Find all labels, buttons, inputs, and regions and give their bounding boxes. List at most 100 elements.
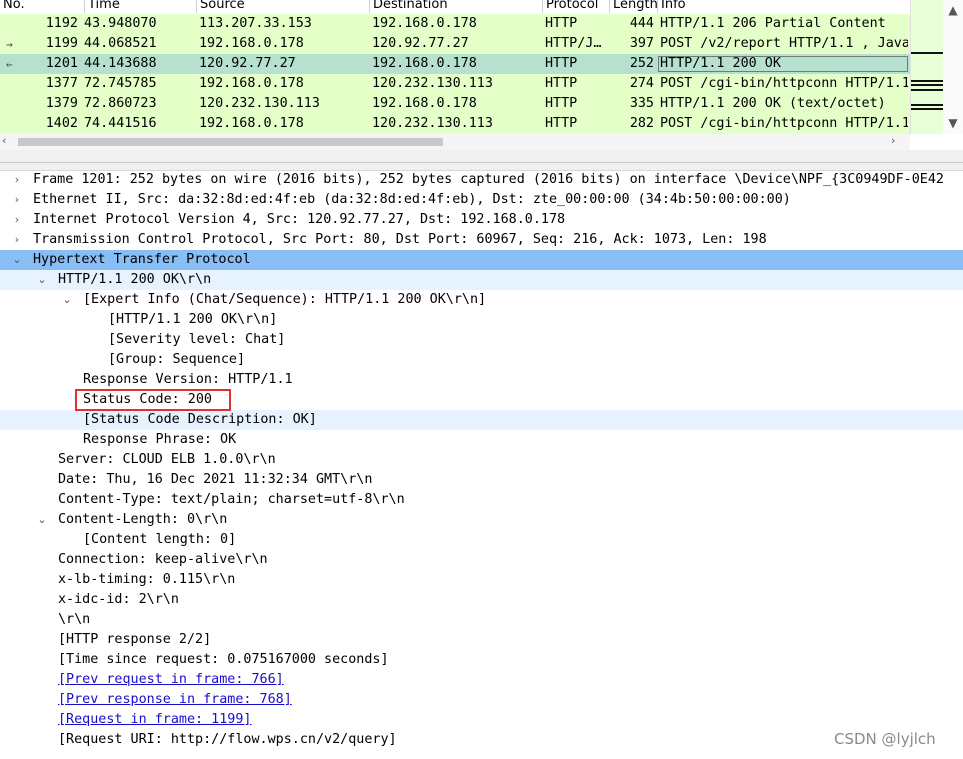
tree-item-status-line[interactable]: ⌄ HTTP/1.1 200 OK\r\n bbox=[0, 270, 963, 290]
tree-item[interactable]: [HTTP/1.1 200 OK\r\n] bbox=[0, 310, 963, 330]
column-header-destination[interactable]: Destination bbox=[370, 0, 543, 13]
tree-item[interactable]: [Time since request: 0.075167000 seconds… bbox=[0, 650, 963, 670]
tree-item[interactable]: Date: Thu, 16 Dec 2021 11:32:34 GMT\r\n bbox=[0, 470, 963, 490]
tree-item-label: Connection: keep-alive\r\n bbox=[58, 552, 268, 567]
packet-length: 282 bbox=[629, 116, 654, 131]
collapse-arrow-icon[interactable]: ⌄ bbox=[35, 270, 49, 290]
tree-item-label: [Time since request: 0.075167000 seconds… bbox=[58, 652, 389, 667]
tree-item-label: [Group: Sequence] bbox=[108, 352, 246, 367]
tree-item[interactable]: x-lb-timing: 0.115\r\n bbox=[0, 570, 963, 590]
packet-protocol: HTTP/J… bbox=[545, 36, 602, 51]
collapse-arrow-icon[interactable]: ⌄ bbox=[35, 510, 49, 530]
tree-item-label: x-lb-timing: 0.115\r\n bbox=[58, 572, 236, 587]
pane-splitter[interactable] bbox=[0, 150, 963, 171]
packet-time: 74.441516 bbox=[84, 116, 157, 131]
tree-item-label: Server: CLOUD ELB 1.0.0\r\n bbox=[58, 452, 276, 467]
tree-item-ipv4[interactable]: › Internet Protocol Version 4, Src: 120.9… bbox=[0, 210, 963, 230]
minimap-marker bbox=[911, 84, 943, 86]
packet-minimap[interactable] bbox=[911, 0, 943, 134]
packet-details-tree[interactable]: › Frame 1201: 252 bytes on wire (2016 bit… bbox=[0, 170, 963, 759]
tree-item-http-selected[interactable]: ⌄ Hypertext Transfer Protocol bbox=[0, 250, 963, 270]
tree-item[interactable]: [Request URI: http://flow.wps.cn/v2/quer… bbox=[0, 730, 963, 750]
tree-item-frame[interactable]: › Frame 1201: 252 bytes on wire (2016 bit… bbox=[0, 170, 963, 190]
horizontal-scroll-thumb[interactable] bbox=[18, 138, 443, 146]
packet-row[interactable]: 1377 72.745785 192.168.0.178 120.232.130… bbox=[0, 74, 910, 94]
tree-item-expert-info[interactable]: ⌄ [Expert Info (Chat/Sequence): HTTP/1.1 … bbox=[0, 290, 963, 310]
tree-item-label: Content-Type: text/plain; charset=utf-8\… bbox=[58, 492, 405, 507]
tree-item-content-length[interactable]: ⌄ Content-Length: 0\r\n bbox=[0, 510, 963, 530]
column-header-info[interactable]: Info bbox=[658, 0, 910, 13]
tree-item-label: Response Phrase: OK bbox=[83, 432, 237, 447]
packet-info: POST /cgi-bin/httpconn HTTP/1.1 bbox=[660, 76, 908, 91]
packet-destination: 192.168.0.178 bbox=[372, 16, 477, 31]
tree-item[interactable]: Connection: keep-alive\r\n bbox=[0, 550, 963, 570]
scroll-right-icon[interactable]: › bbox=[891, 134, 895, 147]
packet-destination: 120.232.130.113 bbox=[372, 76, 493, 91]
packet-no: 1199 bbox=[45, 36, 78, 51]
packet-no: 1192 bbox=[45, 16, 78, 31]
tree-item[interactable]: [HTTP response 2/2] bbox=[0, 630, 963, 650]
packet-destination: 192.168.0.178 bbox=[372, 96, 477, 111]
tree-item[interactable]: x-idc-id: 2\r\n bbox=[0, 590, 963, 610]
tree-item-label: Ethernet II, Src: da:32:8d:ed:4f:eb (da:… bbox=[33, 192, 791, 207]
minimap-marker bbox=[911, 80, 943, 82]
collapse-arrow-icon[interactable]: ⌄ bbox=[60, 290, 74, 310]
prev-response-link[interactable]: [Prev response in frame: 768] bbox=[58, 690, 292, 710]
packet-time: 44.143688 bbox=[84, 56, 157, 71]
tree-item[interactable]: [Severity level: Chat] bbox=[0, 330, 963, 350]
tree-item[interactable]: [Status Code Description: OK] bbox=[0, 410, 963, 430]
scroll-left-icon[interactable]: ‹ bbox=[2, 134, 6, 147]
column-header-protocol[interactable]: Protocol bbox=[543, 0, 610, 13]
column-header-source[interactable]: Source bbox=[197, 0, 370, 13]
packet-protocol: HTTP bbox=[545, 56, 578, 71]
expand-arrow-icon[interactable]: › bbox=[10, 210, 24, 230]
tree-item[interactable]: Content-Type: text/plain; charset=utf-8\… bbox=[0, 490, 963, 510]
packet-row[interactable]: 1402 74.441516 192.168.0.178 120.232.130… bbox=[0, 114, 910, 134]
tree-item-tcp[interactable]: › Transmission Control Protocol, Src Port… bbox=[0, 230, 963, 250]
tree-item-label: Response Version: HTTP/1.1 bbox=[83, 372, 293, 387]
column-header-no[interactable]: No. bbox=[0, 0, 85, 13]
packet-length: 335 bbox=[629, 96, 654, 111]
expand-arrow-icon[interactable]: › bbox=[10, 170, 24, 190]
tree-item-link[interactable]: [Prev request in frame: 766] bbox=[0, 670, 963, 690]
packet-no: 1402 bbox=[45, 116, 78, 131]
scroll-up-icon[interactable]: ▲ bbox=[945, 2, 961, 18]
tree-item-link[interactable]: [Request in frame: 1199] bbox=[0, 710, 963, 730]
tree-item-link[interactable]: [Prev response in frame: 768] bbox=[0, 690, 963, 710]
packet-length: 274 bbox=[629, 76, 654, 91]
tree-item-label: [Expert Info (Chat/Sequence): HTTP/1.1 2… bbox=[83, 292, 487, 307]
tree-item[interactable]: \r\n bbox=[0, 610, 963, 630]
prev-request-link[interactable]: [Prev request in frame: 766] bbox=[58, 670, 284, 690]
packet-row[interactable]: 1379 72.860723 120.232.130.113 192.168.0… bbox=[0, 94, 910, 114]
tree-item-ethernet[interactable]: › Ethernet II, Src: da:32:8d:ed:4f:eb (da… bbox=[0, 190, 963, 210]
tree-item-label: HTTP/1.1 200 OK\r\n bbox=[58, 272, 212, 287]
packet-row-selected[interactable]: ← 1201 44.143688 120.92.77.27 192.168.0.… bbox=[0, 54, 910, 74]
tree-item[interactable]: [Content length: 0] bbox=[0, 530, 963, 550]
packet-rows: 1192 43.948070 113.207.33.153 192.168.0.… bbox=[0, 14, 910, 134]
packet-list-horizontal-scrollbar[interactable]: ‹ › bbox=[0, 134, 910, 150]
packet-no: 1377 bbox=[45, 76, 78, 91]
packet-no: 1201 bbox=[45, 56, 78, 71]
splitter-grip bbox=[0, 162, 963, 163]
collapse-arrow-icon[interactable]: ⌄ bbox=[10, 250, 24, 270]
packet-row[interactable]: → 1199 44.068521 192.168.0.178 120.92.77… bbox=[0, 34, 910, 54]
packet-protocol: HTTP bbox=[545, 16, 578, 31]
tree-item[interactable]: Server: CLOUD ELB 1.0.0\r\n bbox=[0, 450, 963, 470]
packet-row[interactable]: 1192 43.948070 113.207.33.153 192.168.0.… bbox=[0, 14, 910, 34]
packet-destination: 120.232.130.113 bbox=[372, 116, 493, 131]
column-header-time[interactable]: Time bbox=[85, 0, 197, 13]
packet-list-vertical-scrollbar[interactable]: ▲ ▼ bbox=[910, 0, 963, 134]
expand-arrow-icon[interactable]: › bbox=[10, 230, 24, 250]
column-header-length[interactable]: Length bbox=[610, 0, 658, 13]
packet-list[interactable]: No. Time Source Destination Protocol Len… bbox=[0, 0, 963, 150]
expand-arrow-icon[interactable]: › bbox=[10, 190, 24, 210]
tree-item[interactable]: Response Phrase: OK bbox=[0, 430, 963, 450]
tree-item-label: Hypertext Transfer Protocol bbox=[33, 252, 251, 267]
packet-info: POST /v2/report HTTP/1.1 , Java bbox=[660, 36, 908, 51]
tree-item[interactable]: Response Version: HTTP/1.1 bbox=[0, 370, 963, 390]
tree-item[interactable]: [Group: Sequence] bbox=[0, 350, 963, 370]
tree-item-label: [Severity level: Chat] bbox=[108, 332, 286, 347]
scroll-down-icon[interactable]: ▼ bbox=[945, 115, 961, 131]
packet-info: HTTP/1.1 200 OK (text/octet) bbox=[660, 96, 886, 111]
request-in-frame-link[interactable]: [Request in frame: 1199] bbox=[58, 710, 251, 730]
